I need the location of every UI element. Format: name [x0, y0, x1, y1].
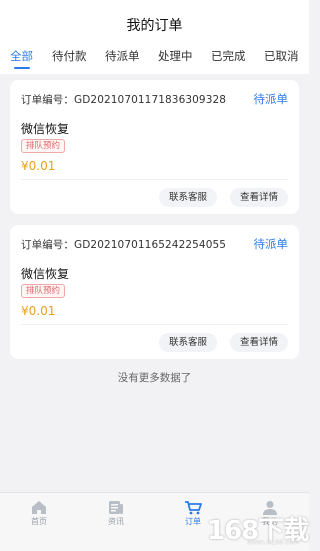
order-number-label: 订单编号： — [21, 239, 74, 251]
tab-pending-payment[interactable]: 待付款 — [52, 48, 87, 64]
order-number-value: GD20210701165242254055 — [74, 239, 227, 251]
tabbar-label-news: 资讯 — [108, 517, 124, 526]
order-number-value: GD20210701171836309328 — [74, 94, 227, 106]
queue-badge: 排队预约 — [21, 139, 66, 153]
watermark-url: down.8168.com — [247, 538, 300, 546]
watermark: 168下载 down.8168.com — [177, 504, 309, 550]
tab-cancelled[interactable]: 已取消 — [264, 48, 299, 64]
order-card[interactable]: 订单编号：GD20210701165242254055 待派单 微信恢复 排队预… — [10, 225, 299, 359]
order-price: ¥0.01 — [21, 304, 56, 318]
contact-support-button[interactable]: 联系客服 — [158, 188, 217, 207]
news-icon — [109, 501, 123, 514]
tab-completed[interactable]: 已完成 — [211, 48, 246, 64]
order-number: 订单编号：GD20210701171836309328 — [21, 92, 226, 107]
card-divider — [21, 324, 288, 325]
service-name: 微信恢复 — [21, 122, 70, 136]
tabbar-item-news[interactable]: 资讯 — [85, 493, 147, 533]
order-price: ¥0.01 — [21, 159, 56, 173]
no-more-data-text: 没有更多数据了 — [117, 372, 192, 384]
view-details-button[interactable]: 查看详情 — [229, 333, 288, 352]
card-divider — [21, 179, 288, 180]
tabbar-label-home: 首页 — [31, 517, 47, 526]
home-icon — [32, 501, 46, 514]
order-card[interactable]: 订单编号：GD20210701171836309328 待派单 微信恢复 排队预… — [10, 80, 299, 214]
view-details-button[interactable]: 查看详情 — [229, 188, 288, 207]
header: 我的订单 全部 待付款 待派单 处理中 已完成 已取消 — [0, 0, 309, 74]
page-title: 我的订单 — [126, 18, 183, 34]
tab-all[interactable]: 全部 — [10, 48, 33, 64]
tab-processing[interactable]: 处理中 — [158, 48, 193, 64]
active-tab-indicator — [14, 67, 30, 69]
tab-pending-dispatch[interactable]: 待派单 — [105, 48, 140, 64]
order-status-tabs: 全部 待付款 待派单 处理中 已完成 已取消 — [0, 48, 309, 70]
order-number-label: 订单编号： — [21, 94, 74, 106]
order-status: 待派单 — [253, 92, 289, 106]
service-name: 微信恢复 — [21, 267, 70, 281]
queue-badge: 排队预约 — [21, 284, 66, 298]
order-status: 待派单 — [253, 237, 289, 251]
order-number: 订单编号：GD20210701165242254055 — [21, 237, 226, 252]
contact-support-button[interactable]: 联系客服 — [158, 333, 217, 352]
tabbar-item-home[interactable]: 首页 — [8, 493, 70, 533]
